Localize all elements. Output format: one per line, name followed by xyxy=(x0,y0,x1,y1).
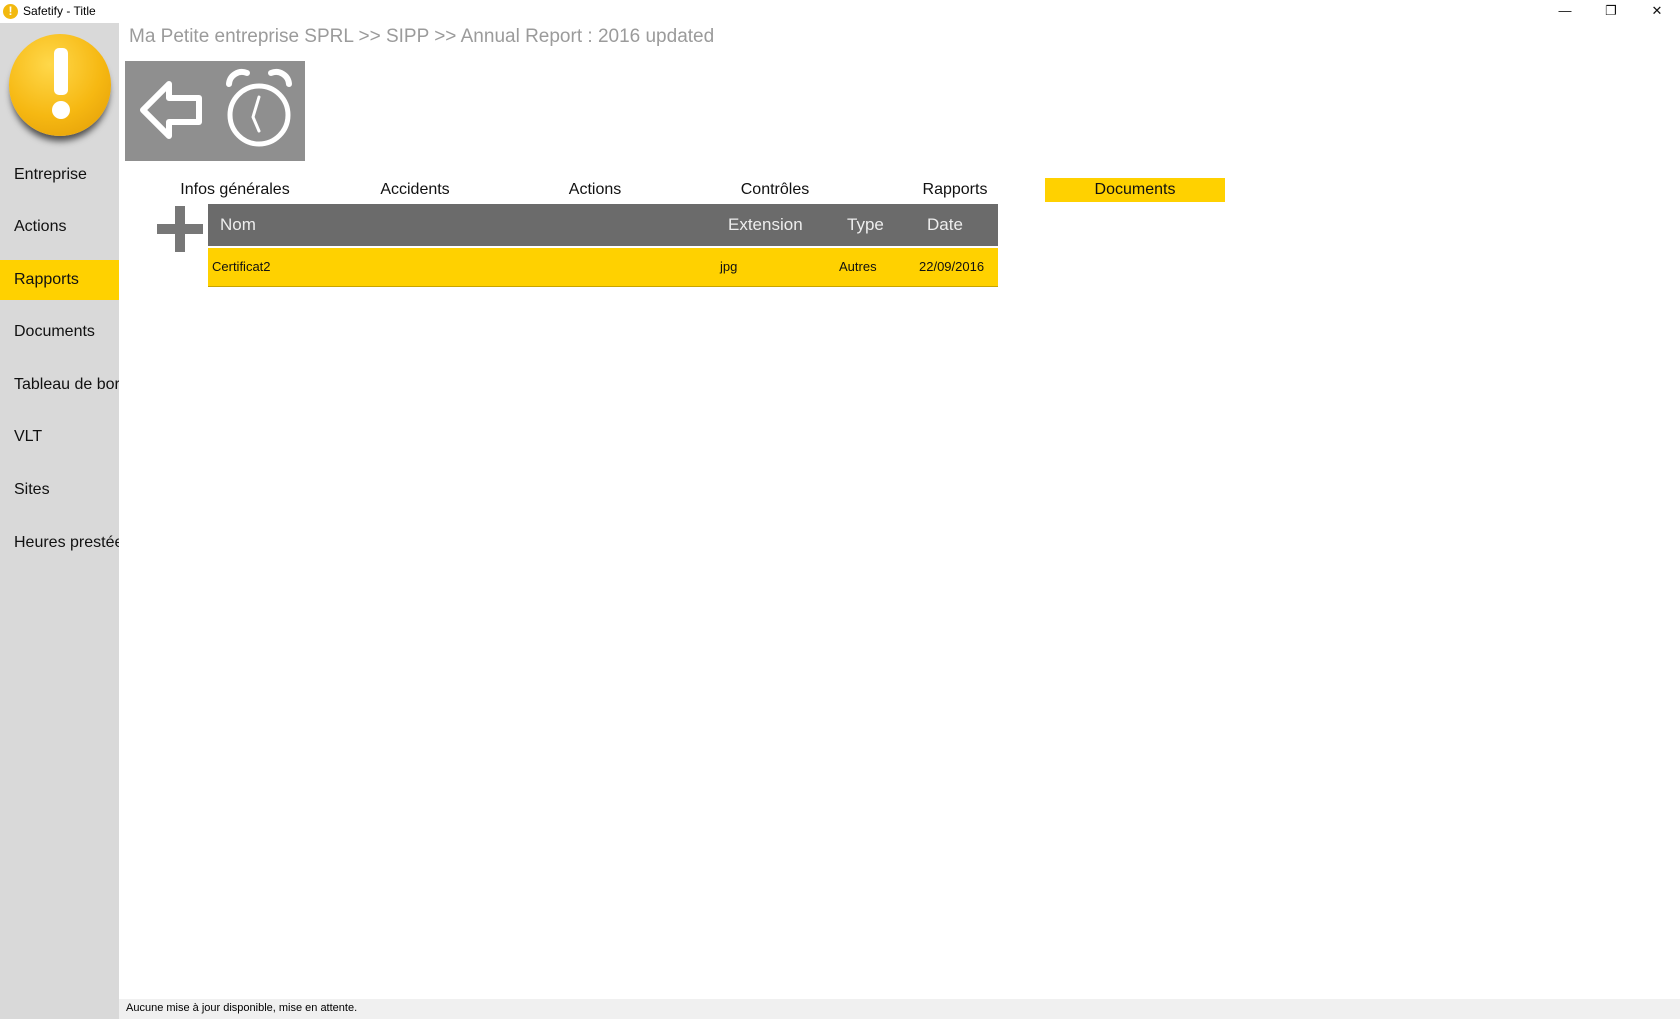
alarm-clock-icon[interactable] xyxy=(217,67,301,153)
close-button[interactable]: ✕ xyxy=(1634,0,1680,23)
sidebar-item-vlt[interactable]: VLT xyxy=(0,417,119,457)
cell-extension: jpg xyxy=(720,259,738,274)
restore-button[interactable]: ❐ xyxy=(1588,0,1634,23)
table-header: Nom Extension Type Date xyxy=(208,204,998,246)
cell-name: Certificat2 xyxy=(212,259,271,274)
sidebar-item-heures-prestees[interactable]: Heures prestées xyxy=(0,523,119,563)
column-header-nom[interactable]: Nom xyxy=(220,204,256,246)
documents-table: Nom Extension Type Date Certificat2 jpg … xyxy=(208,204,998,287)
column-header-date[interactable]: Date xyxy=(927,204,963,246)
sidebar-item-documents[interactable]: Documents xyxy=(0,312,119,352)
window-titlebar: ! Safetify - Title — ❐ ✕ xyxy=(0,0,1680,23)
cell-date: 22/09/2016 xyxy=(919,259,985,274)
sidebar-item-entreprise[interactable]: Entreprise xyxy=(0,155,119,195)
toolbar xyxy=(125,61,305,161)
table-row[interactable]: Certificat2 jpg Autres 22/09/2016 xyxy=(208,248,998,287)
sidebar-item-tableau-de-bord[interactable]: Tableau de bord xyxy=(0,365,119,405)
column-header-extension[interactable]: Extension xyxy=(728,204,803,246)
status-text: Aucune mise à jour disponible, mise en a… xyxy=(126,1002,358,1014)
tab-documents[interactable]: Documents xyxy=(1045,178,1225,202)
tab-controles[interactable]: Contrôles xyxy=(685,178,865,202)
add-document-button[interactable] xyxy=(157,206,203,252)
minimize-button[interactable]: — xyxy=(1542,0,1588,23)
column-header-type[interactable]: Type xyxy=(847,204,884,246)
tab-actions[interactable]: Actions xyxy=(505,178,685,202)
app-logo-icon: ! xyxy=(3,4,18,19)
window-title: Safetify - Title xyxy=(23,4,96,18)
breadcrumb: Ma Petite entreprise SPRL >> SIPP >> Ann… xyxy=(129,26,715,47)
warning-logo-icon xyxy=(9,34,111,136)
sidebar: Entreprise Actions Rapports Documents Ta… xyxy=(0,23,119,1019)
back-arrow-icon[interactable] xyxy=(131,67,215,153)
sidebar-item-sites[interactable]: Sites xyxy=(0,470,119,510)
sidebar-item-rapports[interactable]: Rapports xyxy=(0,260,119,300)
tab-rapports[interactable]: Rapports xyxy=(865,178,1045,202)
sidebar-item-actions[interactable]: Actions xyxy=(0,207,119,247)
tab-accidents[interactable]: Accidents xyxy=(325,178,505,202)
tab-infos-generales[interactable]: Infos générales xyxy=(145,178,325,202)
status-bar: Aucune mise à jour disponible, mise en a… xyxy=(119,999,1680,1019)
cell-type: Autres xyxy=(839,259,877,274)
